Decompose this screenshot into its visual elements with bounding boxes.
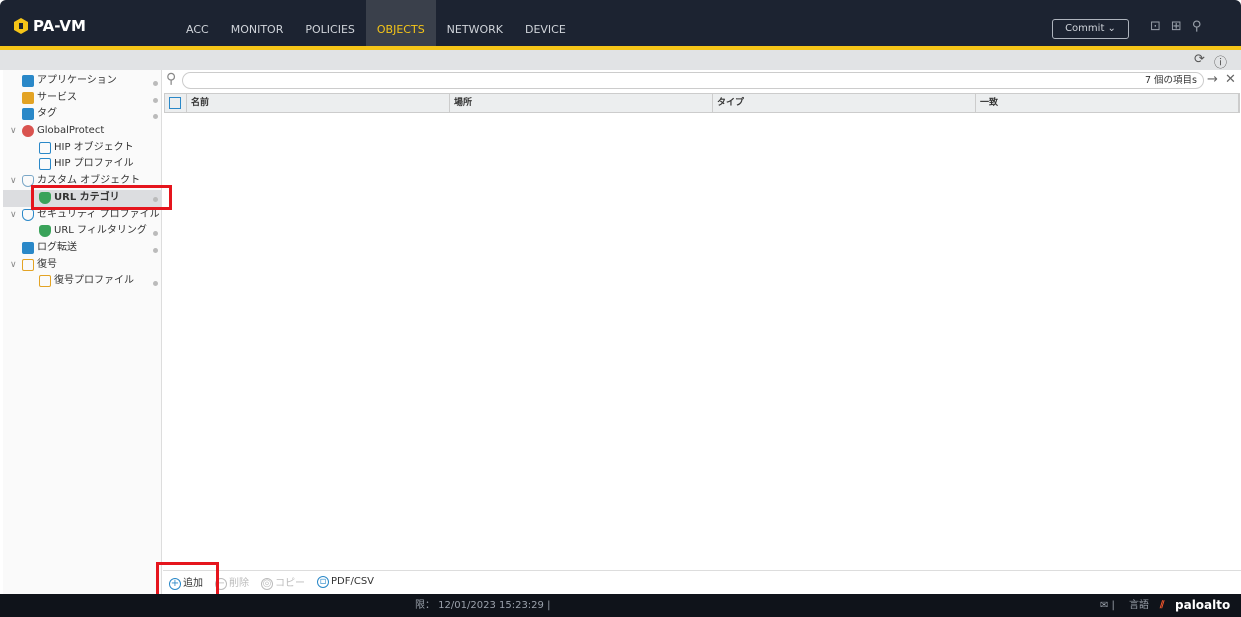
copy-button[interactable]: ◎ コピー <box>261 574 305 590</box>
column-location[interactable]: 場所 <box>450 94 713 112</box>
language-button[interactable]: 言語 <box>1129 594 1149 617</box>
copy-icon: ◎ <box>261 578 273 590</box>
last-login-time: 限： 12/01/2023 15:23:29 | <box>415 600 551 611</box>
search-icon[interactable]: ⚲ <box>1192 19 1202 34</box>
bottom-toolbar: + 追加 − 削除 ◎ コピー ▫ PDF/CSV <box>163 570 1241 593</box>
commit-button[interactable]: Commit ⌄ <box>1052 19 1129 39</box>
item-count: 7 個の項目s <box>1144 75 1197 86</box>
tab-network[interactable]: NETWORK <box>436 0 514 46</box>
sidebar-item-decryption[interactable]: 復号 <box>22 257 57 273</box>
sub-toolbar: ⟳ ⓘ <box>0 50 1241 71</box>
tab-monitor[interactable]: MONITOR <box>220 0 295 46</box>
mail-icon[interactable]: ✉ | <box>1100 594 1115 617</box>
app-title: PA-VM <box>33 17 86 35</box>
sidebar-item-services[interactable]: サービス <box>22 90 77 106</box>
delete-button[interactable]: − 削除 <box>215 574 249 590</box>
sidebar: アプリケーション サービス タグ ∨ GlobalProtect HIP オブジ… <box>3 70 162 594</box>
brand-logo: paloalto <box>1175 598 1231 612</box>
refresh-icon[interactable]: ⟳ <box>1194 52 1205 67</box>
tab-acc[interactable]: ACC <box>175 0 220 46</box>
sidebar-item-tags[interactable]: タグ <box>22 106 57 122</box>
search-icon: ⚲ <box>166 71 177 87</box>
close-icon[interactable]: ✕ <box>1225 72 1236 87</box>
logo-icon <box>14 18 28 34</box>
help-icon[interactable]: ⓘ <box>1214 52 1227 71</box>
chevron-down-icon[interactable]: ∨ <box>10 210 17 220</box>
sidebar-item-hip-objects[interactable]: HIP オブジェクト <box>39 140 134 156</box>
lock-icon[interactable]: ⊡ <box>1150 19 1161 34</box>
main-nav: ACC MONITOR POLICIES OBJECTS NETWORK DEV… <box>175 0 577 46</box>
highlight-box <box>31 185 172 210</box>
top-header: PA-VM ACC MONITOR POLICIES OBJECTS NETWO… <box>0 0 1241 46</box>
chevron-down-icon[interactable]: ∨ <box>10 176 17 186</box>
search-input[interactable]: 7 個の項目s <box>182 72 1204 89</box>
pdf-icon: ▫ <box>317 576 329 588</box>
column-match[interactable]: 一致 <box>976 94 1239 112</box>
select-all-checkbox[interactable] <box>165 94 187 112</box>
column-type[interactable]: タイプ <box>713 94 976 112</box>
chevron-down-icon[interactable]: ∨ <box>10 126 17 136</box>
sidebar-item-applications[interactable]: アプリケーション <box>22 73 117 89</box>
tab-policies[interactable]: POLICIES <box>294 0 366 46</box>
tab-objects[interactable]: OBJECTS <box>365 0 436 46</box>
pdf-csv-button[interactable]: ▫ PDF/CSV <box>317 576 374 588</box>
chevron-down-icon[interactable]: ∨ <box>10 260 17 270</box>
sidebar-item-hip-profiles[interactable]: HIP プロファイル <box>39 156 134 172</box>
sidebar-item-decryption-profile[interactable]: 復号プロファイル <box>39 273 134 289</box>
footer: 限： 12/01/2023 15:23:29 | ✉ | 言語 ⫽ paloal… <box>0 594 1241 617</box>
sidebar-item-url-filtering[interactable]: URL フィルタリング <box>39 223 147 239</box>
arrow-right-icon[interactable]: → <box>1207 72 1218 87</box>
sidebar-item-log-forwarding[interactable]: ログ転送 <box>22 240 77 256</box>
paloalto-logo-icon: ⫽ <box>1160 600 1165 611</box>
tab-device[interactable]: DEVICE <box>514 0 577 46</box>
app-logo: PA-VM <box>14 17 86 35</box>
table-header: 名前 場所 タイプ 一致 <box>164 93 1240 113</box>
config-icon[interactable]: ⊞ <box>1171 19 1182 34</box>
column-name[interactable]: 名前 <box>187 94 450 112</box>
sidebar-item-globalprotect[interactable]: GlobalProtect <box>22 123 104 139</box>
